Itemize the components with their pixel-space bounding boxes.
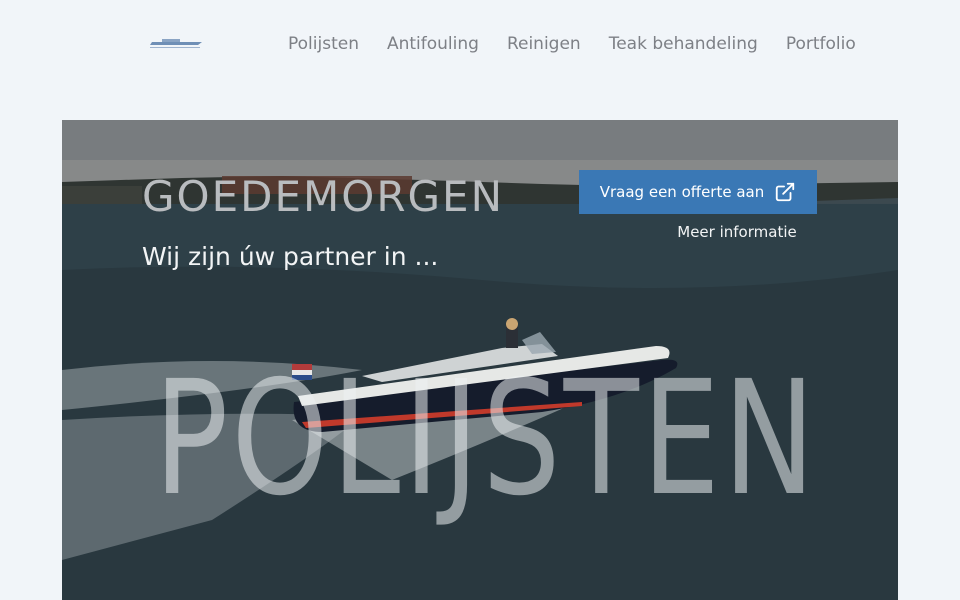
request-quote-label: Vraag een offerte aan [599, 183, 765, 201]
external-link-icon [776, 182, 795, 202]
site-header: Polijsten Antifouling Reinigen Teak beha… [0, 0, 960, 90]
hero-subtitle: Wij zijn úw partner in ... [142, 242, 439, 271]
nav-item-antifouling[interactable]: Antifouling [387, 34, 479, 54]
request-quote-button[interactable]: Vraag een offerte aan [579, 170, 817, 214]
nav-item-polijsten[interactable]: Polijsten [288, 34, 359, 54]
brand-logo[interactable] [148, 36, 204, 52]
more-info-link[interactable]: Meer informatie [662, 223, 812, 241]
main-nav: Polijsten Antifouling Reinigen Teak beha… [288, 34, 884, 54]
hero-section: GOEDEMORGEN Wij zijn úw partner in ... V… [62, 120, 898, 600]
hero-service-word: POLIJSTEN [154, 347, 819, 531]
nav-item-teak-behandeling[interactable]: Teak behandeling [609, 34, 758, 54]
nav-item-reinigen[interactable]: Reinigen [507, 34, 581, 54]
nav-item-portfolio[interactable]: Portfolio [786, 34, 856, 54]
hero-title: GOEDEMORGEN [142, 172, 504, 221]
